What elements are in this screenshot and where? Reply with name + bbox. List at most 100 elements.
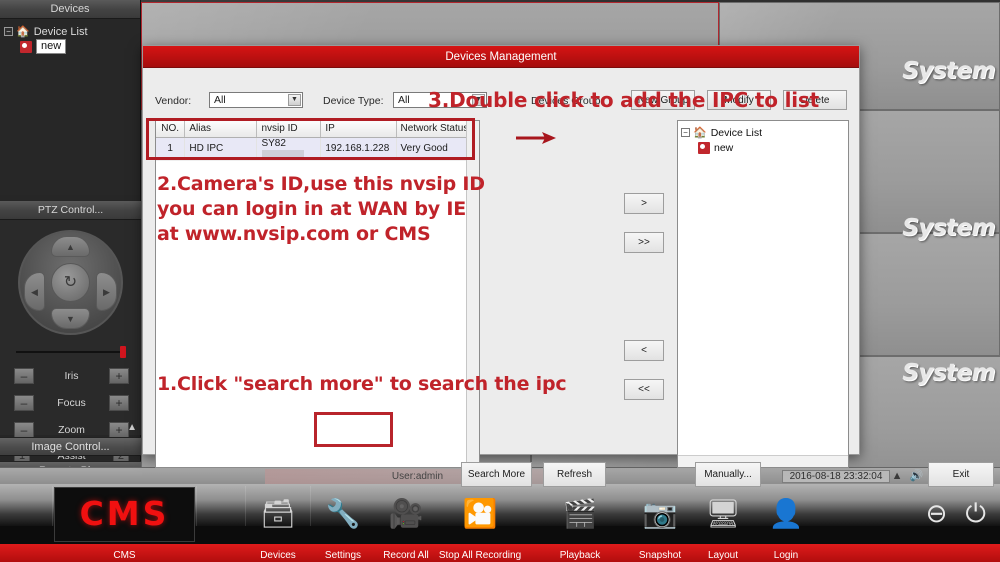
annotation-step-2-line-2: you can login in at WAN by IE	[157, 198, 466, 220]
ptz-panel-title: PTZ Control...	[37, 204, 104, 216]
cell-ip: 192.168.1.228	[320, 137, 397, 161]
eject-icon[interactable]: ▲	[892, 470, 903, 482]
ptz-left-button[interactable]: ◀	[24, 272, 45, 311]
group-tree-root[interactable]: − 🏠 Device List	[681, 125, 845, 140]
col-nvsipid: nvsip ID	[256, 121, 322, 138]
taskbar-item-stop-all-recording[interactable]: 🎦 Stop All Recording	[425, 484, 535, 562]
sidebar-tree-root[interactable]: − 🏠 Device List	[4, 24, 136, 39]
taskbar-item-label-stop-all-recording: Stop All Recording	[438, 550, 522, 561]
ptz-up-button[interactable]: ▲	[51, 236, 90, 257]
dialog-title-bar: Devices Management	[143, 46, 859, 68]
col-ip: IP	[320, 121, 397, 138]
cell-alias: HD IPC	[184, 137, 258, 161]
home-icon: 🏠	[16, 26, 30, 38]
device-table: NO. Alias nvsip ID IP Network Status 1 H…	[156, 121, 479, 161]
ptz-iris-minus-button[interactable]: –	[14, 368, 34, 384]
home-icon: 🏠	[693, 127, 707, 139]
record-camera-stop-icon: 🎦	[462, 498, 498, 529]
status-clock: 2016-08-18 23:32:04	[782, 470, 890, 483]
camera-icon	[20, 40, 32, 53]
device-type-label: Device Type:	[323, 95, 384, 107]
cms-logo[interactable]: CMS	[54, 487, 195, 542]
remove-selected-button[interactable]: <	[624, 340, 664, 361]
taskbar: CMS CMS 🗃 Devices 🔧 Settings 🎥 Record Al…	[0, 484, 1000, 562]
taskbar-item-label-login: Login	[773, 550, 799, 561]
window-controls: ⊖ ⏻	[926, 498, 986, 530]
volume-icon[interactable]: 🔊	[910, 469, 924, 482]
sidebar-tree-root-label: Device List	[33, 25, 88, 38]
left-sidebar: Devices − 🏠 Device List new PTZ Control.…	[0, 0, 141, 484]
taskbar-item-label-playback: Playback	[559, 550, 601, 561]
ptz-dpad[interactable]: ▲ ▼ ◀ ▶ ↻	[18, 230, 123, 335]
add-selected-button[interactable]: >	[624, 193, 664, 214]
vendor-select-value: All	[214, 94, 226, 106]
taskbar-item-login[interactable]: 👤 Login	[741, 484, 831, 562]
watermark-1: System	[902, 58, 995, 84]
application-root: Devices − 🏠 Device List new PTZ Control.…	[0, 0, 1000, 562]
devices-group-tree[interactable]: − 🏠 Device List new	[677, 120, 849, 468]
power-icon[interactable]: ⏻	[965, 498, 986, 530]
remove-all-button[interactable]: <<	[624, 379, 664, 400]
ptz-focus-minus-button[interactable]: –	[14, 395, 34, 411]
vendor-label: Vendor:	[155, 95, 192, 107]
ptz-auto-scan-button[interactable]: ↻	[51, 263, 90, 302]
ptz-zoom-plus-button[interactable]: +	[109, 422, 129, 438]
cell-nvsip-id-text: SY82	[261, 137, 286, 149]
group-tree-child[interactable]: new	[681, 140, 845, 155]
refresh-button[interactable]: Refresh	[543, 462, 606, 487]
annotation-step-1: 1.Click "search more" to search the ipc	[157, 373, 567, 395]
sidebar-tree-child-label: new	[36, 39, 67, 54]
redaction-block	[262, 149, 305, 158]
ptz-zoom-label: Zoom	[58, 424, 85, 436]
tree-expander-icon[interactable]: −	[681, 128, 690, 137]
devices-panel-header: Devices	[0, 0, 140, 19]
group-tree-root-label: Device List	[710, 126, 763, 139]
camera-icon	[698, 141, 710, 154]
annotation-arrow-icon	[516, 132, 556, 144]
image-control-button[interactable]: Image Control...	[0, 437, 141, 456]
search-more-button[interactable]: Search More	[461, 462, 532, 487]
dialog-body: Vendor: All ▼ Device Type: All ▼ Devices…	[143, 68, 994, 487]
minimize-icon[interactable]: ⊖	[926, 498, 948, 530]
annotation-step-3: 3.Double click to add the IPC to list	[428, 88, 819, 112]
ptz-focus-label: Focus	[57, 397, 86, 409]
table-header-row: NO. Alias nvsip ID IP Network Status	[156, 121, 479, 138]
annotation-step-2: 2.Camera's ID,use this nvsip ID you can …	[157, 172, 485, 247]
sidebar-tree-child[interactable]: new	[4, 39, 136, 54]
watermark-2: System	[902, 215, 995, 241]
ptz-focus-plus-button[interactable]: +	[109, 395, 129, 411]
exit-button[interactable]: Exit	[928, 462, 994, 487]
collapse-chevron-icon[interactable]: ▲	[127, 422, 137, 433]
manually-button[interactable]: Manually...	[695, 462, 761, 487]
clapperboard-icon: 🎬	[562, 498, 598, 529]
annotation-step-2-line-3: at www.nvsip.com or CMS	[157, 223, 431, 245]
ptz-zoom-minus-button[interactable]: –	[14, 422, 34, 438]
devices-panel-title: Devices	[50, 3, 90, 15]
ptz-iris-label: Iris	[64, 370, 79, 382]
sidebar-device-tree[interactable]: − 🏠 Device List new	[0, 19, 140, 195]
user-person-icon: 👤	[768, 498, 804, 529]
taskbar-item-label-cms: CMS	[113, 550, 136, 561]
chevron-down-icon[interactable]: ▼	[288, 94, 301, 106]
tree-expander-icon[interactable]: −	[4, 27, 13, 36]
table-row[interactable]: 1 HD IPC SY82 192.168.1.228 Very Good	[156, 137, 479, 161]
ptz-row-focus: – Focus +	[14, 393, 129, 413]
ptz-control-panel: ▲ ▼ ◀ ▶ ↻ – Iris + – Focus + – Zoom + ▲	[0, 220, 141, 465]
ptz-iris-plus-button[interactable]: +	[109, 368, 129, 384]
cell-no: 1	[156, 137, 186, 161]
vendor-select[interactable]: All ▼	[209, 92, 303, 108]
ptz-slider-track	[16, 351, 126, 353]
ptz-slider-knob[interactable]	[120, 346, 126, 358]
cell-nvsip-id: SY82	[256, 137, 322, 161]
ptz-speed-slider[interactable]	[16, 346, 126, 358]
dialog-title: Devices Management	[445, 51, 557, 63]
taskbar-item-playback[interactable]: 🎬 Playback	[535, 484, 625, 562]
ptz-row-iris: – Iris +	[14, 366, 129, 386]
watermark-3: System	[902, 360, 995, 386]
add-all-button[interactable]: >>	[624, 232, 664, 253]
col-no: NO.	[156, 121, 186, 138]
device-type-select-value: All	[398, 94, 410, 106]
col-alias: Alias	[184, 121, 258, 138]
ptz-panel-header[interactable]: PTZ Control...	[0, 201, 141, 220]
group-tree-child-label: new	[714, 141, 734, 154]
